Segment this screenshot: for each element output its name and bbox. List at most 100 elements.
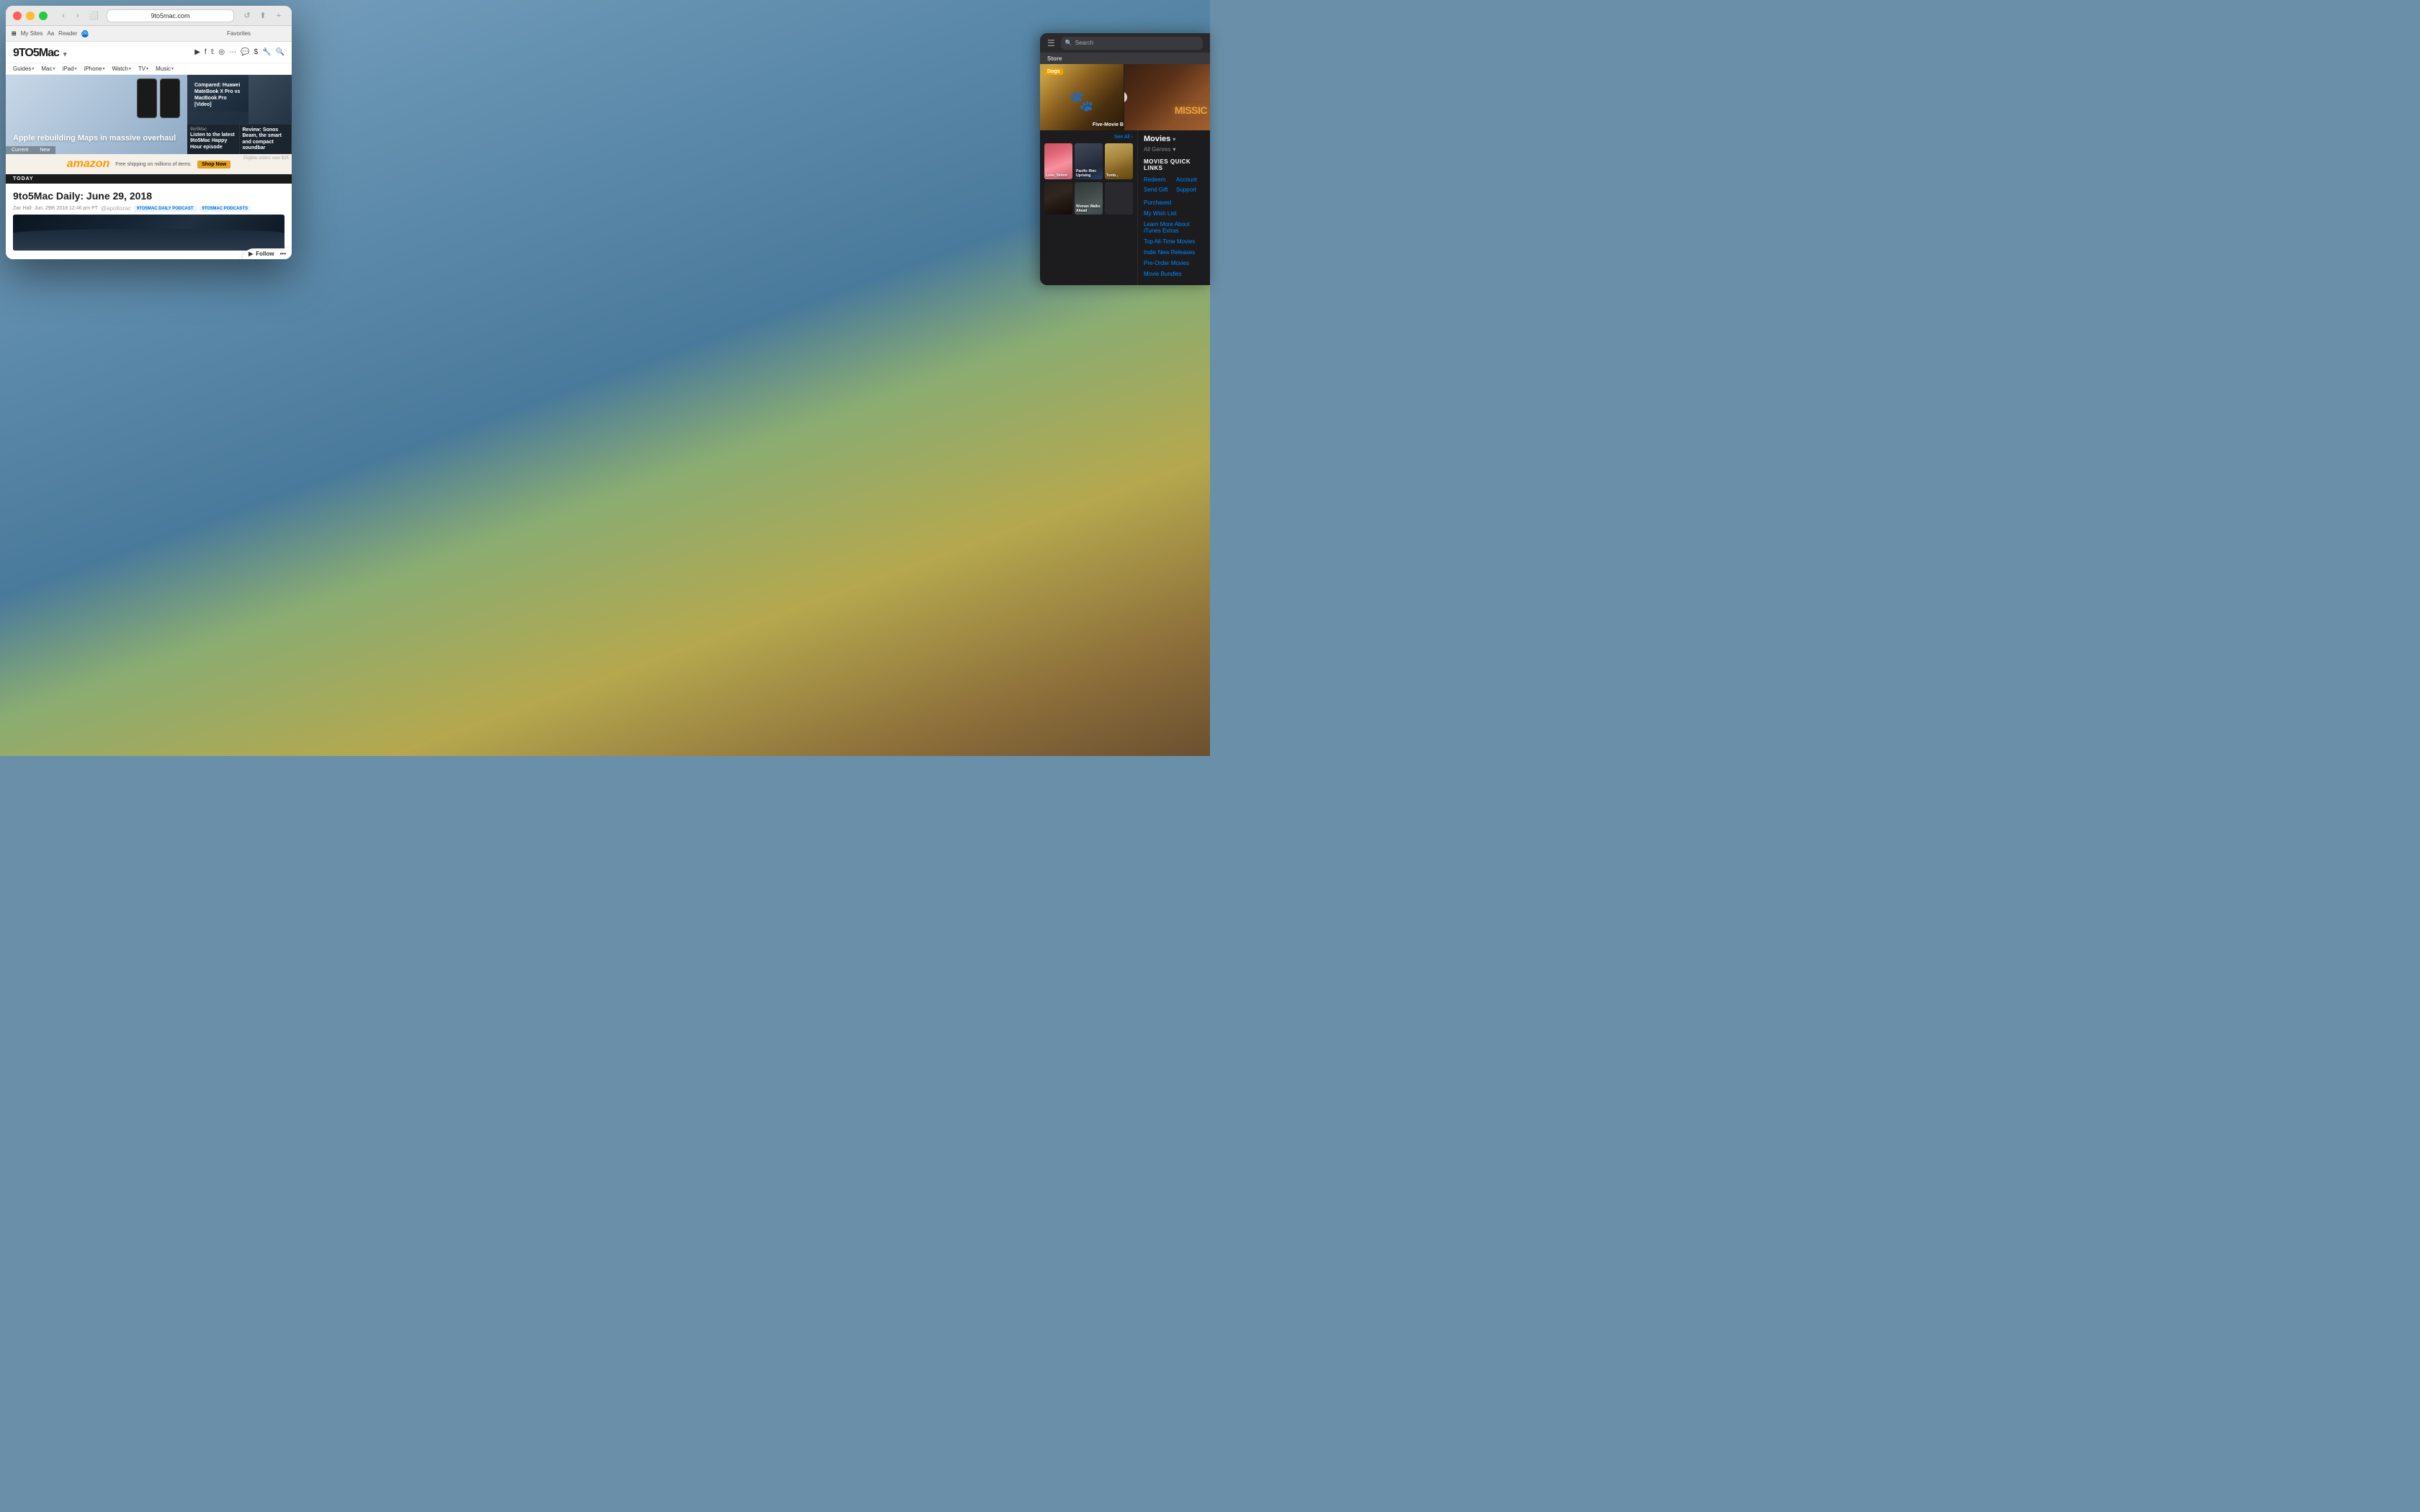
more-icon[interactable]: ⋯ <box>229 48 236 56</box>
itunes-store-tab[interactable]: Store <box>1040 53 1210 64</box>
hero-tab-new[interactable]: New <box>34 146 55 154</box>
quick-links-title: MOVIES QUICK LINKS <box>1144 158 1204 171</box>
nav-mac[interactable]: Mac ▾ <box>41 66 55 72</box>
link-movie-bundles[interactable]: Movie Bundles <box>1144 271 1204 277</box>
bottom-story-2[interactable]: Review: Sonos Beam, the smart and compac… <box>240 125 292 154</box>
link-send-gift[interactable]: Send Gift <box>1144 186 1172 194</box>
link-itunes-extras[interactable]: Learn More About iTunes Extras <box>1144 221 1204 234</box>
reader-label[interactable]: Reader <box>58 30 77 37</box>
tag-daily-podcast[interactable]: 9TO5MAC DAILY PODCAST <box>134 206 197 212</box>
safari-address-bar[interactable]: 9to5mac.com <box>107 9 234 22</box>
link-indie-new-releases[interactable]: Indie New Releases <box>1144 249 1204 256</box>
hero-sidebar: Compared: Huawei MateBook X Pro vs MacBo… <box>187 75 292 154</box>
safari-forward-button[interactable]: › <box>72 10 84 22</box>
safari-new-tab-button[interactable]: + <box>273 10 284 22</box>
all-genres-link[interactable]: All Genres <box>1144 146 1170 153</box>
itunes-panel: ☰ 🔍 Search Store Dogs 🐾 MISSIC › Five-Mo… <box>1040 33 1210 285</box>
road-visual <box>13 229 284 251</box>
my-sites-label[interactable]: ⊞ <box>12 30 17 37</box>
hero-headline: Apple rebuilding Maps in massive overhau… <box>13 133 176 143</box>
movie-woman-walks[interactable]: Woman Walks Ahead <box>1075 182 1103 215</box>
see-all-link[interactable]: See All › <box>1114 135 1133 140</box>
twitter-icon[interactable]: 𝕥 <box>211 48 215 56</box>
follow-bar[interactable]: ▶ Follow ••• <box>243 248 292 259</box>
hero-tab-current[interactable]: Current <box>6 146 34 154</box>
link-account[interactable]: Account <box>1176 176 1204 184</box>
see-all-label: See All <box>1114 135 1130 140</box>
safari-close-button[interactable] <box>13 12 22 20</box>
movie-hero-mission[interactable]: MISSIC › <box>1124 64 1211 130</box>
genres-dropdown-arrow[interactable]: ▾ <box>1173 146 1175 153</box>
side-story-image <box>248 75 292 124</box>
hero-main-story[interactable]: Apple rebuilding Maps in massive overhau… <box>6 75 187 154</box>
link-purchased[interactable]: Purchased <box>1144 199 1204 206</box>
page-content: 9TO5Mac ▾ ▶ f 𝕥 ◎ ⋯ 💬 $ 🔧 🔍 Guides ▾ <box>6 42 292 259</box>
link-redeem[interactable]: Redeem <box>1144 176 1172 184</box>
movies-row-1: Love, Simon Pacific Rim: Uprising Tomb..… <box>1044 143 1133 179</box>
safari-reload-button[interactable]: ↺ <box>241 10 253 22</box>
article-meta: Zac Hall Jun. 29th 2018 12:46 pm PT @apo… <box>13 205 284 212</box>
nav-tv[interactable]: TV ▾ <box>138 66 148 72</box>
itunes-menu-icon[interactable]: ☰ <box>1047 38 1055 48</box>
link-my-wish-list[interactable]: My Wish List <box>1144 210 1204 217</box>
safari-maximize-button[interactable] <box>39 12 48 20</box>
movie-acrimony[interactable] <box>1044 182 1072 215</box>
nav-iphone[interactable]: iPhone ▾ <box>84 66 105 72</box>
nav-music[interactable]: Music ▾ <box>156 66 174 72</box>
movies-dropdown: Movies ▾ <box>1144 135 1204 143</box>
more-options-icon[interactable]: ••• <box>280 251 286 257</box>
safari-tabs-button[interactable]: ⬜ <box>88 10 99 22</box>
movies-dropdown-arrow[interactable]: ▾ <box>1173 136 1175 143</box>
chat-icon[interactable]: 💬 <box>241 48 249 56</box>
tag-podcasts[interactable]: 9TO5MAC PODCASTS <box>200 206 251 212</box>
phone-mockup-1 <box>137 78 157 118</box>
hero-side-story[interactable]: Compared: Huawei MateBook X Pro vs MacBo… <box>187 75 292 124</box>
nav-guides[interactable]: Guides ▾ <box>13 66 34 72</box>
article-twitter[interactable]: @apollozac <box>101 205 131 212</box>
facebook-icon[interactable]: f <box>205 48 207 56</box>
movie-title-label: Tomb... <box>1106 174 1131 178</box>
hero-next-button[interactable]: › <box>1124 91 1128 103</box>
search-icon[interactable]: 🔍 <box>276 48 284 56</box>
movie-title-label: Pacific Rim: Uprising <box>1076 169 1101 178</box>
safari-back-button[interactable]: ‹ <box>58 10 69 22</box>
quick-links-panel: Movies ▾ All Genres ▾ MOVIES QUICK LINKS… <box>1138 130 1210 285</box>
article-title[interactable]: 9to5Mac Daily: June 29, 2018 <box>13 189 284 202</box>
link-preorder-movies[interactable]: Pre-Order Movies <box>1144 260 1204 266</box>
side-story-title: Compared: Huawei MateBook X Pro vs MacBo… <box>191 78 248 112</box>
wrench-icon[interactable]: 🔧 <box>262 48 271 56</box>
movies-title[interactable]: Movies <box>1144 135 1170 143</box>
safari-titlebar: ‹ › ⬜ 9to5mac.com ↺ ⬆ + <box>6 6 292 26</box>
link-top-movies[interactable]: Top All-Time Movies <box>1144 238 1204 245</box>
link-support[interactable]: Support <box>1176 186 1204 194</box>
ad-banner: Eligible orders over $25 amazon Free shi… <box>6 154 292 174</box>
today-label: TODAY <box>6 174 292 184</box>
safari-share-button[interactable]: ⬆ <box>257 10 269 22</box>
instagram-icon[interactable]: ◎ <box>218 48 225 56</box>
itunes-search-bar[interactable]: 🔍 Search <box>1061 37 1203 50</box>
bottom-story-1[interactable]: 9to5Mac Listen to the latest 9to5Mac Hap… <box>187 125 240 154</box>
movie-image: 🐾 <box>1069 89 1094 113</box>
movie-title-label: Woman Walks Ahead <box>1076 204 1101 213</box>
my-sites-text[interactable]: My Sites <box>21 30 43 37</box>
site-nav: Guides ▾ Mac ▾ iPad ▾ iPhone ▾ Watch ▾ T… <box>6 63 292 75</box>
nav-watch[interactable]: Watch ▾ <box>112 66 130 72</box>
ad-tagline: Free shipping on millions of items. <box>115 162 192 167</box>
movie-tomb3[interactable]: Tomb... <box>1105 143 1133 179</box>
hero-tabs: Current New <box>6 146 55 154</box>
phone-images <box>137 78 180 118</box>
nav-ipad[interactable]: iPad ▾ <box>63 66 77 72</box>
shop-now-button[interactable]: Shop Now <box>197 161 230 168</box>
movie-love-simon[interactable]: Love, Simon <box>1044 143 1072 179</box>
movie-pacific-rim[interactable]: Pacific Rim: Uprising <box>1075 143 1103 179</box>
site-logo: 9TO5Mac ▾ <box>13 45 66 60</box>
dollar-icon[interactable]: $ <box>254 48 259 56</box>
see-all-chevron: › <box>1131 135 1133 140</box>
amazon-logo: amazon <box>67 158 110 171</box>
reader-icon[interactable]: Aa <box>47 30 54 37</box>
itunes-toolbar: ☰ 🔍 Search <box>1040 33 1210 53</box>
safari-minimize-button[interactable] <box>26 12 35 20</box>
youtube-icon[interactable]: ▶ <box>194 48 200 56</box>
movie-hero-dogs[interactable]: Dogs 🐾 <box>1040 64 1124 130</box>
see-all-row: See All › <box>1044 135 1133 140</box>
